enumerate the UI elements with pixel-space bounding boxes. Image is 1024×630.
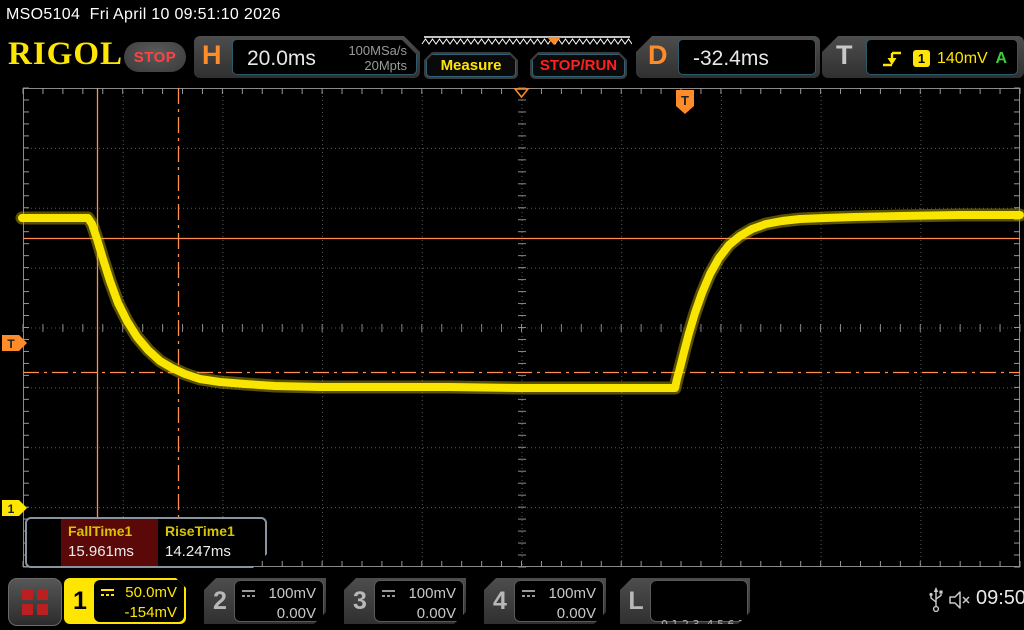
channel-offset: -154mV [124,604,177,621]
trigger-level-value: 140mV [937,50,988,68]
delay-value: -32.4ms [693,47,769,71]
trigger-sweep-mode: A [995,50,1007,68]
memory-depth: 20Mpts [348,58,407,73]
stop-run-button-label: STOP/RUN [540,57,617,74]
measure-button[interactable]: Measure [424,52,518,79]
channel1-waveform [22,215,1020,388]
acquisition-info: 100MSa/s 20Mpts [348,43,407,73]
channel-number: 2 [204,578,236,624]
channel-offset: 0.00V [557,605,596,622]
measurement-item-falltime[interactable]: FallTime1 15.961ms [61,519,158,566]
measurement-label: FallTime1 [68,523,158,539]
channel-offset: 0.00V [277,605,316,622]
measurement-value: 15.961ms [68,543,158,560]
graticule [23,88,1020,567]
delay-label: D [648,40,668,71]
model-and-datetime: MSO5104 Fri April 10 09:51:10 2026 [6,6,281,24]
dc-coupling-icon [521,588,536,598]
oscilloscope-screen: MSO5104 Fri April 10 09:51:10 2026 RIGOL… [0,0,1024,630]
trigger-label: T [836,40,853,71]
trigger-position-marker-label: T [681,93,689,108]
channel-1-widget[interactable]: 1 50.0mV -154mV [64,578,186,624]
sample-rate: 100MSa/s [348,43,407,58]
channel-scale: 100mV [548,585,596,602]
run-status-badge: STOP [124,42,186,72]
measurement-spacer [27,519,61,566]
dc-coupling-icon [241,588,256,598]
measure-button-label: Measure [441,57,502,74]
waveform-position-indicator[interactable] [420,36,632,50]
horizontal-center-marker [515,89,528,97]
logic-channels-row1: 0 1 2 3 4 5 6 7 [661,617,747,630]
status-clock: 09:50 [976,587,1024,610]
logic-label: L [620,578,652,624]
measurement-results-box: FallTime1 15.961ms RiseTime1 14.247ms [25,517,267,568]
menu-grid-icon [22,589,48,615]
measurement-value: 14.247ms [165,543,255,560]
channel-scale: 100mV [408,585,456,602]
trigger-settings-button[interactable]: T 1 140mV A [822,36,1024,78]
measurement-label: RiseTime1 [165,523,255,539]
channel-4-widget[interactable]: 4 100mV 0.00V [484,578,606,624]
channel-number: 4 [484,578,516,624]
trigger-source-badge: 1 [913,50,930,67]
waveform-display-area: T T 1 [0,84,1024,570]
dc-coupling-icon [100,587,115,597]
channel1-ground-marker-label: 1 [8,502,15,516]
horizontal-label: H [202,40,222,71]
measurement-item-risetime[interactable]: RiseTime1 14.247ms [158,519,255,566]
delay-settings-button[interactable]: D -32.4ms [636,36,820,78]
horizontal-settings-button[interactable]: H 20.0ms 100MSa/s 20Mpts [194,36,420,78]
trigger-level-marker-label: T [7,337,15,351]
logic-channels-widget[interactable]: L 0 1 2 3 4 5 6 7 8 9 1011 12131415 [620,578,750,624]
timebase-scale: 20.0ms [247,47,316,71]
falling-edge-icon [881,49,903,69]
channel-number: 1 [64,578,96,624]
channel-2-widget[interactable]: 2 100mV 0.00V [204,578,326,624]
rigol-logo: RIGOL [8,36,123,73]
channel-3-widget[interactable]: 3 100mV 0.00V [344,578,466,624]
channel-offset: 0.00V [417,605,456,622]
channel-number: 3 [344,578,376,624]
channel-scale: 100mV [268,585,316,602]
speaker-muted-icon [948,590,972,610]
menu-button[interactable] [8,578,62,626]
stop-run-button[interactable]: STOP/RUN [530,52,627,79]
dc-coupling-icon [381,588,396,598]
screen-markers: T T 1 [2,89,694,516]
usb-icon [928,586,944,614]
channel-scale: 50.0mV [125,584,177,601]
